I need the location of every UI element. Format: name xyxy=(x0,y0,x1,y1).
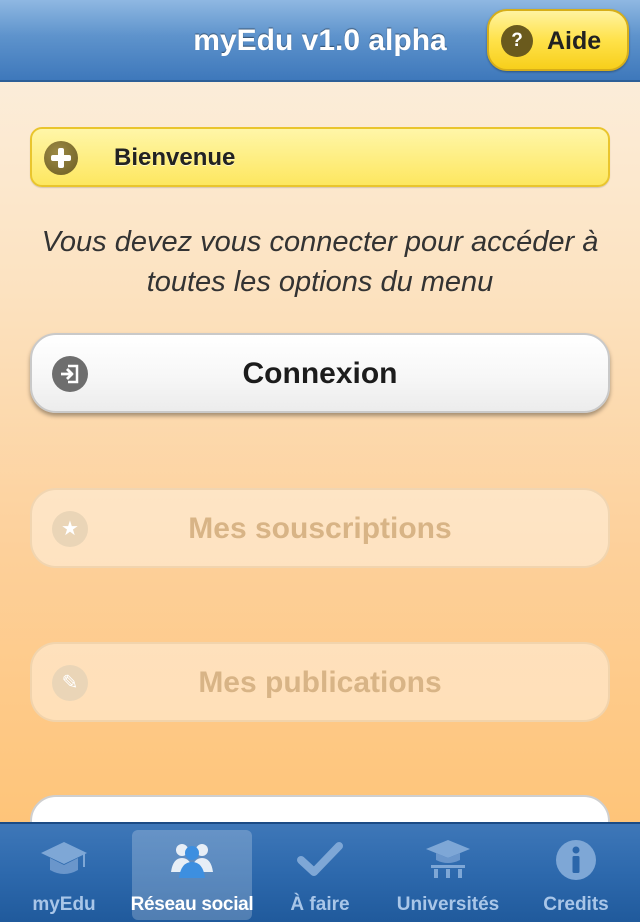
login-button[interactable]: Connexion xyxy=(30,333,610,413)
publications-button-label: Mes publications xyxy=(198,666,442,699)
welcome-label: Bienvenue xyxy=(114,144,236,171)
people-icon xyxy=(171,844,213,878)
checkmark-icon xyxy=(297,842,343,876)
plus-circle-icon xyxy=(44,141,78,175)
tab-bar: myEdu Réseau social À faire Universités xyxy=(0,822,640,922)
tab-myedu-label: myEdu xyxy=(32,894,96,915)
login-notice: Vous devez vous connecter pour accéder à… xyxy=(41,226,599,298)
tab-myedu[interactable]: myEdu xyxy=(4,830,124,920)
info-icon xyxy=(556,840,596,880)
tab-social-network[interactable]: Réseau social xyxy=(131,830,254,920)
welcome-bar[interactable]: Bienvenue xyxy=(30,127,610,187)
tab-credits-label: Credits xyxy=(543,894,609,915)
tab-universities-label: Universités xyxy=(396,894,500,915)
app-title: myEdu v1.0 alpha xyxy=(193,24,447,57)
tab-todo-label: À faire xyxy=(290,894,350,915)
navigation-bar: myEdu v1.0 alpha ? Aide xyxy=(0,0,640,82)
publications-button: ✎ Mes publications xyxy=(30,642,610,722)
tab-universities[interactable]: Universités xyxy=(388,830,508,920)
help-button-label: Aide xyxy=(547,27,602,55)
subscriptions-button: ★ Mes souscriptions xyxy=(30,488,610,568)
university-icon xyxy=(426,840,470,878)
graduation-cap-icon xyxy=(41,842,87,874)
help-button[interactable]: ? Aide xyxy=(487,9,629,71)
tab-credits[interactable]: Credits xyxy=(516,830,636,920)
question-icon: ? xyxy=(501,25,533,57)
login-button-label: Connexion xyxy=(242,357,398,390)
subscriptions-button-label: Mes souscriptions xyxy=(188,512,452,545)
tab-social-network-label: Réseau social xyxy=(130,894,254,915)
tab-todo[interactable]: À faire xyxy=(260,830,380,920)
